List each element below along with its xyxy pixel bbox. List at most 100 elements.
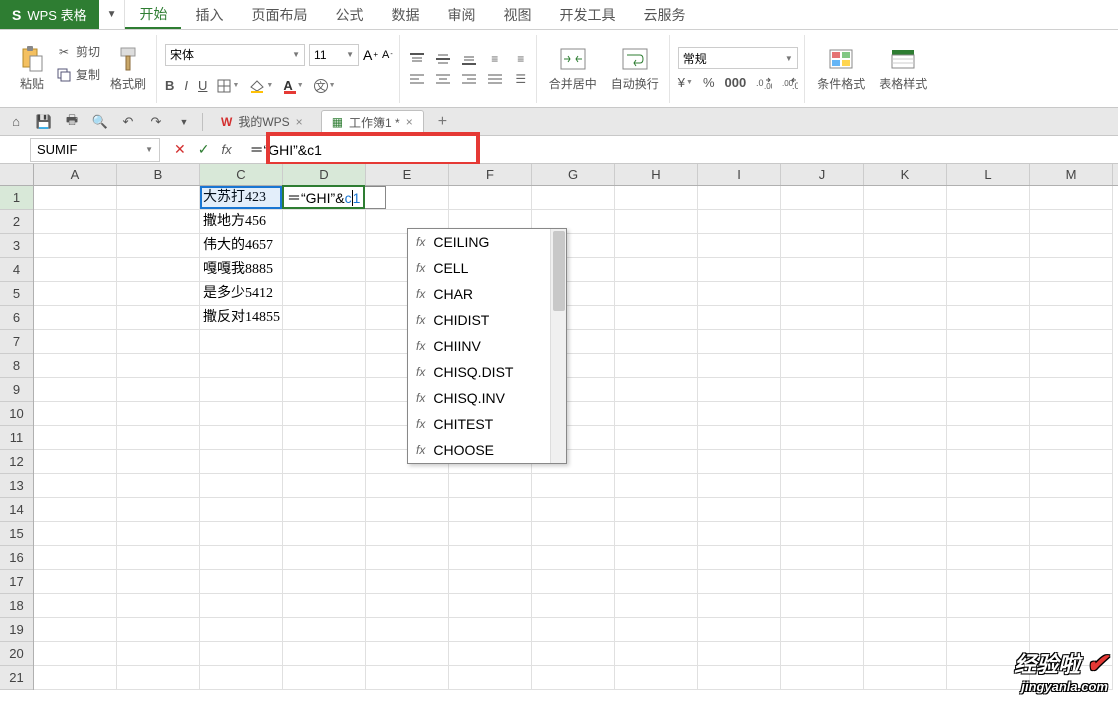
cell-H21[interactable] <box>615 666 698 690</box>
cell-B20[interactable] <box>117 642 200 666</box>
cell-K18[interactable] <box>864 594 947 618</box>
cell-L17[interactable] <box>947 570 1030 594</box>
close-icon[interactable]: × <box>296 115 303 129</box>
row-header-14[interactable]: 14 <box>0 498 33 522</box>
cell-G1[interactable] <box>532 186 615 210</box>
cell-A16[interactable] <box>34 546 117 570</box>
cell-L7[interactable] <box>947 330 1030 354</box>
cell-C12[interactable] <box>200 450 283 474</box>
cell-I21[interactable] <box>698 666 781 690</box>
cell-M9[interactable] <box>1030 378 1113 402</box>
cell-D11[interactable] <box>283 426 366 450</box>
cell-L4[interactable] <box>947 258 1030 282</box>
col-header-A[interactable]: A <box>34 164 117 185</box>
cell-I20[interactable] <box>698 642 781 666</box>
font-color-button[interactable]: A ▼ <box>283 78 303 94</box>
cell-H9[interactable] <box>615 378 698 402</box>
cell-D5[interactable] <box>283 282 366 306</box>
cell-C20[interactable] <box>200 642 283 666</box>
cell-C5[interactable]: 是多少5412 <box>200 282 283 306</box>
qat-save-icon[interactable]: 💾 <box>34 112 54 132</box>
cell-D10[interactable] <box>283 402 366 426</box>
cell-I9[interactable] <box>698 378 781 402</box>
cell-F13[interactable] <box>449 474 532 498</box>
cell-B2[interactable] <box>117 210 200 234</box>
cell-B5[interactable] <box>117 282 200 306</box>
cell-L8[interactable] <box>947 354 1030 378</box>
cell-J10[interactable] <box>781 402 864 426</box>
row-header-7[interactable]: 7 <box>0 330 33 354</box>
number-format-select[interactable]: 常规▼ <box>678 47 798 69</box>
cell-G19[interactable] <box>532 618 615 642</box>
cell-B6[interactable] <box>117 306 200 330</box>
align-bottom-button[interactable] <box>460 52 478 66</box>
cell-C13[interactable] <box>200 474 283 498</box>
cell-L18[interactable] <box>947 594 1030 618</box>
cell-A6[interactable] <box>34 306 117 330</box>
cell-L1[interactable] <box>947 186 1030 210</box>
cell-K17[interactable] <box>864 570 947 594</box>
cell-K10[interactable] <box>864 402 947 426</box>
qat-home-icon[interactable]: ⌂ <box>6 112 26 132</box>
cell-J15[interactable] <box>781 522 864 546</box>
row-header-18[interactable]: 18 <box>0 594 33 618</box>
cell-H7[interactable] <box>615 330 698 354</box>
cell-D8[interactable] <box>283 354 366 378</box>
cell-A14[interactable] <box>34 498 117 522</box>
cell-C4[interactable]: 嘎嘎我8885 <box>200 258 283 282</box>
cell-M18[interactable] <box>1030 594 1113 618</box>
cell-K9[interactable] <box>864 378 947 402</box>
cell-H10[interactable] <box>615 402 698 426</box>
cell-H8[interactable] <box>615 354 698 378</box>
merge-center-button[interactable]: 合并居中 <box>545 43 601 94</box>
qat-more-caret[interactable]: ▼ <box>174 112 194 132</box>
grow-font-button[interactable]: A+ <box>363 44 378 66</box>
comma-button[interactable]: 000 <box>725 75 747 90</box>
cell-A7[interactable] <box>34 330 117 354</box>
cell-K13[interactable] <box>864 474 947 498</box>
cell-J16[interactable] <box>781 546 864 570</box>
cell-D18[interactable] <box>283 594 366 618</box>
cell-D12[interactable] <box>283 450 366 474</box>
cell-K20[interactable] <box>864 642 947 666</box>
cell-K2[interactable] <box>864 210 947 234</box>
cell-L12[interactable] <box>947 450 1030 474</box>
cell-D4[interactable] <box>283 258 366 282</box>
cell-B1[interactable] <box>117 186 200 210</box>
cell-B15[interactable] <box>117 522 200 546</box>
cell-G21[interactable] <box>532 666 615 690</box>
cell-D7[interactable] <box>283 330 366 354</box>
align-left-button[interactable] <box>408 72 426 86</box>
cell-M10[interactable] <box>1030 402 1113 426</box>
cell-J8[interactable] <box>781 354 864 378</box>
cell-J11[interactable] <box>781 426 864 450</box>
cell-J3[interactable] <box>781 234 864 258</box>
row-header-16[interactable]: 16 <box>0 546 33 570</box>
cell-C18[interactable] <box>200 594 283 618</box>
cell-B11[interactable] <box>117 426 200 450</box>
cell-B21[interactable] <box>117 666 200 690</box>
cell-B10[interactable] <box>117 402 200 426</box>
cell-C6[interactable]: 撒反对14855 <box>200 306 283 330</box>
currency-button[interactable]: ¥▼ <box>678 75 693 90</box>
bold-button[interactable]: B <box>165 78 174 93</box>
align-center-button[interactable] <box>434 72 452 86</box>
cell-D3[interactable] <box>283 234 366 258</box>
cell-D15[interactable] <box>283 522 366 546</box>
row-header-5[interactable]: 5 <box>0 282 33 306</box>
qat-undo-icon[interactable]: ↶ <box>118 112 138 132</box>
cell-M14[interactable] <box>1030 498 1113 522</box>
cell-J14[interactable] <box>781 498 864 522</box>
cell-H2[interactable] <box>615 210 698 234</box>
col-header-K[interactable]: K <box>864 164 947 185</box>
cell-C17[interactable] <box>200 570 283 594</box>
row-header-1[interactable]: 1 <box>0 186 33 210</box>
cell-C7[interactable] <box>200 330 283 354</box>
cell-C1[interactable]: 大苏打423 <box>200 186 283 210</box>
shrink-font-button[interactable]: A- <box>382 44 393 66</box>
cell-L14[interactable] <box>947 498 1030 522</box>
indent-increase-button[interactable]: ≡ <box>512 52 530 66</box>
cell-E17[interactable] <box>366 570 449 594</box>
format-painter-button[interactable]: 格式刷 <box>106 43 150 94</box>
cell-B8[interactable] <box>117 354 200 378</box>
